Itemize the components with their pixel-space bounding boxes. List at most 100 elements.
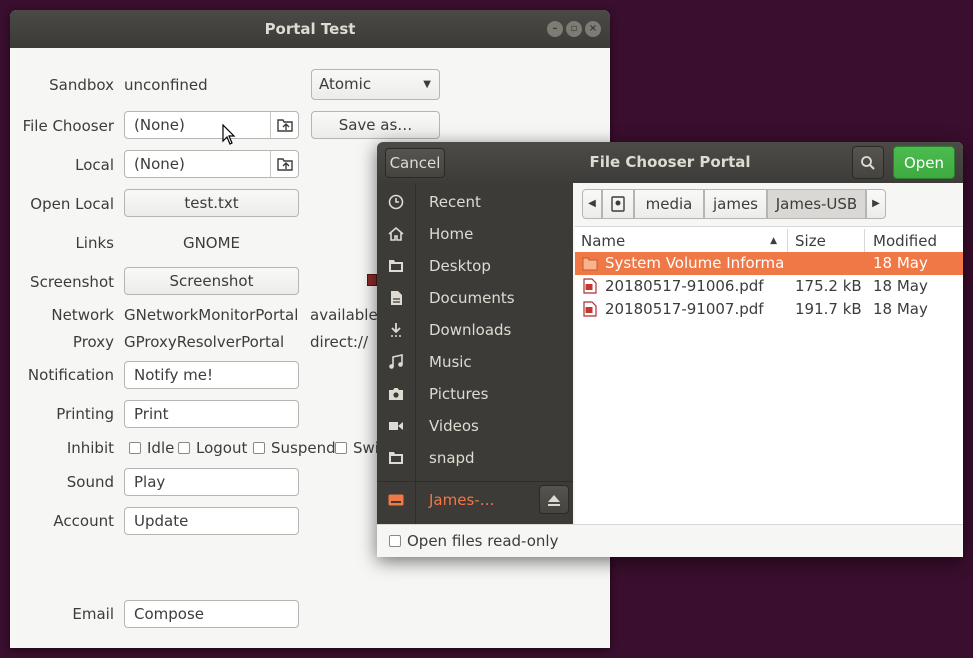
window-titlebar[interactable]: Portal Test (10, 10, 610, 48)
file-chooser-dialog: Cancel File Chooser Portal Open Recent H… (377, 142, 963, 557)
sidebar-item-pictures[interactable]: Pictures (377, 378, 573, 410)
open-file-icon[interactable] (270, 112, 298, 138)
column-header-name[interactable]: Name ▲ (575, 229, 788, 253)
checkbox-icon[interactable] (389, 535, 401, 547)
file-row[interactable]: 20180517-91006.pdf 175.2 kB 18 May (575, 275, 963, 298)
sidebar-item-music[interactable]: Music (377, 346, 573, 378)
checkbox-icon[interactable] (335, 442, 347, 454)
video-icon (388, 418, 404, 434)
inhibit-switch-checkbox[interactable]: Swi (335, 439, 379, 457)
sidebar-item-label: Videos (429, 417, 479, 435)
sidebar-item-label: Documents (429, 289, 515, 307)
checkbox-icon[interactable] (178, 442, 190, 454)
inhibit-suspend-checkbox[interactable]: Suspend (253, 439, 336, 457)
breadcrumb-james[interactable]: james (704, 189, 767, 219)
local-label: Local (75, 156, 114, 174)
breadcrumb-james-usb[interactable]: James-USB (767, 189, 866, 219)
sidebar-item-label: Desktop (429, 257, 491, 275)
clock-icon (388, 194, 404, 210)
sidebar-item-label: James-… (429, 491, 495, 509)
sidebar-item-snapd[interactable]: snapd (377, 442, 573, 474)
inhibit-idle-checkbox[interactable]: Idle (129, 439, 174, 457)
sandbox-combo[interactable]: Atomic ▼ (311, 69, 440, 100)
printing-entry[interactable]: Print (124, 400, 299, 428)
file-modified: 18 May (873, 277, 928, 295)
breadcrumb-media[interactable]: media (634, 189, 704, 219)
email-label: Email (72, 605, 114, 623)
sidebar-item-label: Music (429, 353, 472, 371)
column-header-size[interactable]: Size (788, 229, 865, 253)
file-name: 20180517-91006.pdf (605, 277, 764, 295)
save-as-button[interactable]: Save as… (311, 111, 440, 139)
inhibit-suspend-label: Suspend (271, 439, 336, 457)
dialog-footer: Open files read-only (377, 524, 963, 557)
sidebar-item-documents[interactable]: Documents (377, 282, 573, 314)
chevron-left-icon: ◀ (588, 198, 596, 209)
sidebar-item-usb-device[interactable]: James-… (377, 483, 573, 517)
account-entry[interactable]: Update (124, 507, 299, 535)
sort-ascending-icon: ▲ (770, 236, 777, 246)
download-icon (388, 322, 404, 338)
sidebar-item-videos[interactable]: Videos (377, 410, 573, 442)
notification-label: Notification (27, 366, 114, 384)
open-button[interactable]: Open (893, 146, 955, 179)
file-name: 20180517-91007.pdf (605, 300, 764, 318)
sidebar-item-label: snapd (429, 449, 475, 467)
file-row[interactable]: 20180517-91007.pdf 191.7 kB 18 May (575, 298, 963, 321)
sound-label: Sound (66, 473, 114, 491)
document-icon (388, 290, 404, 306)
maximize-icon[interactable]: ▫ (566, 21, 582, 37)
cancel-button[interactable]: Cancel (385, 148, 445, 178)
open-file-icon[interactable] (270, 151, 298, 177)
sidebar-item-recent[interactable]: Recent (377, 186, 573, 218)
file-size: 191.7 kB (795, 300, 862, 318)
open-local-button[interactable]: test.txt (124, 189, 299, 217)
pdf-icon (583, 301, 597, 324)
path-root-button[interactable] (602, 189, 634, 219)
chevron-right-icon: ▶ (872, 198, 880, 209)
screenshot-button[interactable]: Screenshot (124, 267, 299, 295)
path-forward-button[interactable]: ▶ (866, 189, 886, 219)
network-label: Network (51, 306, 114, 324)
inhibit-logout-label: Logout (196, 439, 248, 457)
file-chooser-entry[interactable]: (None) (124, 111, 299, 139)
inhibit-idle-label: Idle (147, 439, 175, 457)
eject-button[interactable] (539, 485, 569, 514)
minimize-icon[interactable]: – (547, 21, 563, 37)
inhibit-logout-checkbox[interactable]: Logout (178, 439, 247, 457)
local-value: (None) (134, 155, 185, 173)
column-header-modified[interactable]: Modified (865, 229, 963, 253)
search-icon (861, 156, 875, 170)
sidebar-item-label: Downloads (429, 321, 512, 339)
file-name: System Volume Informa… (605, 254, 783, 272)
sidebar-item-downloads[interactable]: Downloads (377, 314, 573, 346)
sound-entry[interactable]: Play (124, 468, 299, 496)
sidebar-item-desktop[interactable]: Desktop (377, 250, 573, 282)
dialog-header: Cancel File Chooser Portal Open (377, 142, 963, 183)
notification-entry[interactable]: Notify me! (124, 361, 299, 389)
email-entry[interactable]: Compose (124, 600, 299, 628)
printing-label: Printing (56, 405, 114, 423)
search-button[interactable] (852, 146, 884, 179)
proxy-value: GProxyResolverPortal (124, 333, 285, 351)
links-label: Links (75, 234, 114, 252)
sidebar-item-home[interactable]: Home (377, 218, 573, 250)
close-icon[interactable]: × (585, 21, 601, 37)
links-value[interactable]: GNOME (124, 234, 299, 252)
drive-icon (611, 196, 625, 212)
open-local-label: Open Local (30, 195, 114, 213)
read-only-checkbox[interactable]: Open files read-only (389, 532, 558, 550)
inhibit-switch-label: Swi (353, 439, 379, 457)
read-only-label: Open files read-only (407, 532, 559, 550)
screenshot-label: Screenshot (30, 273, 114, 291)
proxy-status: direct:// (310, 333, 369, 351)
file-row[interactable]: System Volume Informa… 18 May (575, 252, 963, 275)
path-back-button[interactable]: ◀ (582, 189, 602, 219)
column-header-name-label: Name (581, 232, 626, 250)
local-entry[interactable]: (None) (124, 150, 299, 178)
checkbox-icon[interactable] (253, 442, 265, 454)
window-title: Portal Test (264, 20, 356, 38)
sandbox-combo-value: Atomic (319, 75, 372, 93)
usb-drive-icon (388, 492, 404, 508)
checkbox-icon[interactable] (129, 442, 141, 454)
